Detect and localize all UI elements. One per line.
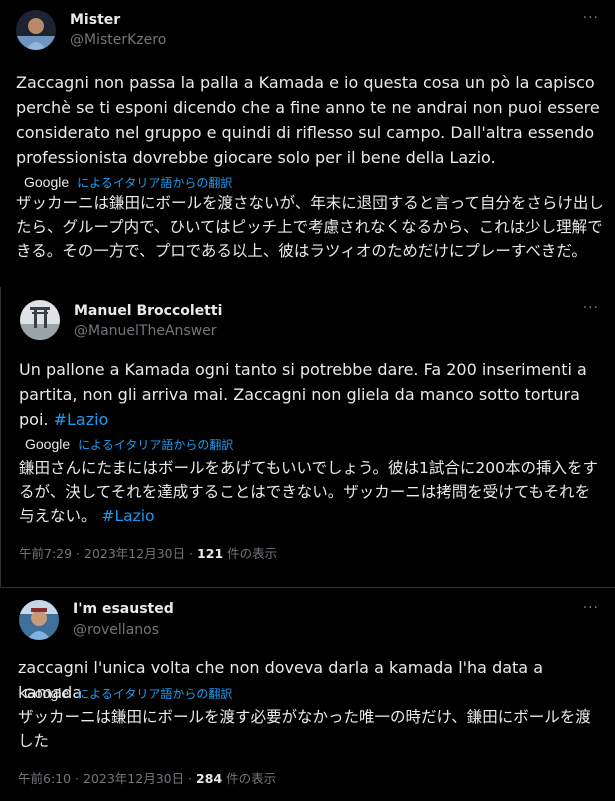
tweet-metadata: 午前7:29 · 2023年12月30日 · 121 件の表示 <box>19 543 277 562</box>
tweet-metadata: 午前6:10 · 2023年12月30日 · 284 件の表示 <box>18 768 276 787</box>
google-logo: Google <box>24 174 70 190</box>
more-options-icon[interactable]: ··· <box>583 600 599 616</box>
more-options-icon[interactable]: ··· <box>583 10 599 26</box>
view-count: 284 <box>196 771 223 786</box>
views-label: 件の表示 <box>223 546 278 561</box>
display-name[interactable]: Mister <box>70 12 120 28</box>
more-options-icon[interactable]: ··· <box>583 300 599 316</box>
tweet-text: Un pallone a Kamada ogni tanto si potreb… <box>19 357 605 432</box>
tweet[interactable]: Mister @MisterKzero ··· Zaccagni non pas… <box>0 0 615 287</box>
hashtag-link[interactable]: #Lazio <box>101 507 154 525</box>
timestamp[interactable]: 午前7:29 · 2023年12月30日 · <box>19 546 197 561</box>
user-handle[interactable]: @MisterKzero <box>70 32 166 48</box>
google-logo: Google <box>24 685 70 701</box>
translation-source-link[interactable]: によるイタリア語からの翻訳 <box>78 436 233 453</box>
display-name[interactable]: Manuel Broccoletti <box>74 303 222 319</box>
tweet[interactable]: Manuel Broccoletti @ManuelTheAnswer ··· … <box>0 287 615 587</box>
user-handle[interactable]: @rovellanos <box>73 622 159 638</box>
translated-text: ザッカーニは鎌田にボールを渡す必要がなかった唯一の時だけ、鎌田にボールを渡した <box>18 708 591 750</box>
user-handle[interactable]: @ManuelTheAnswer <box>74 323 217 339</box>
tweet-text: Zaccagni non passa la palla a Kamada e i… <box>16 73 600 167</box>
hashtag-link[interactable]: #Lazio <box>54 410 109 429</box>
view-count: 121 <box>197 546 224 561</box>
translated-text: ザッカーニは鎌田にボールを渡さないが、年末に退団すると言って自分をさらけ出したら… <box>16 194 604 260</box>
avatar[interactable] <box>16 10 56 50</box>
timestamp[interactable]: 午前6:10 · 2023年12月30日 · <box>18 771 196 786</box>
translated-text: 鎌田さんにたまにはボールをあげてもいいでしょう。彼は1試合に200本の挿入をする… <box>19 456 605 528</box>
avatar[interactable] <box>19 600 59 640</box>
translation-attribution: Google によるイタリア語からの翻訳 <box>24 172 232 192</box>
avatar[interactable] <box>20 300 60 340</box>
translation-source-link[interactable]: によるイタリア語からの翻訳 <box>77 174 232 191</box>
views-label: 件の表示 <box>222 771 277 786</box>
display-name[interactable]: I'm esausted <box>73 601 174 617</box>
translation-attribution: Google によるイタリア語からの翻訳 <box>25 434 233 454</box>
translation-source-link[interactable]: によるイタリア語からの翻訳 <box>77 685 232 702</box>
translation-attribution: Google によるイタリア語からの翻訳 <box>24 683 232 703</box>
google-logo: Google <box>25 436 71 452</box>
tweet[interactable]: I'm esausted @rovellanos ··· zaccagni l'… <box>0 587 615 801</box>
